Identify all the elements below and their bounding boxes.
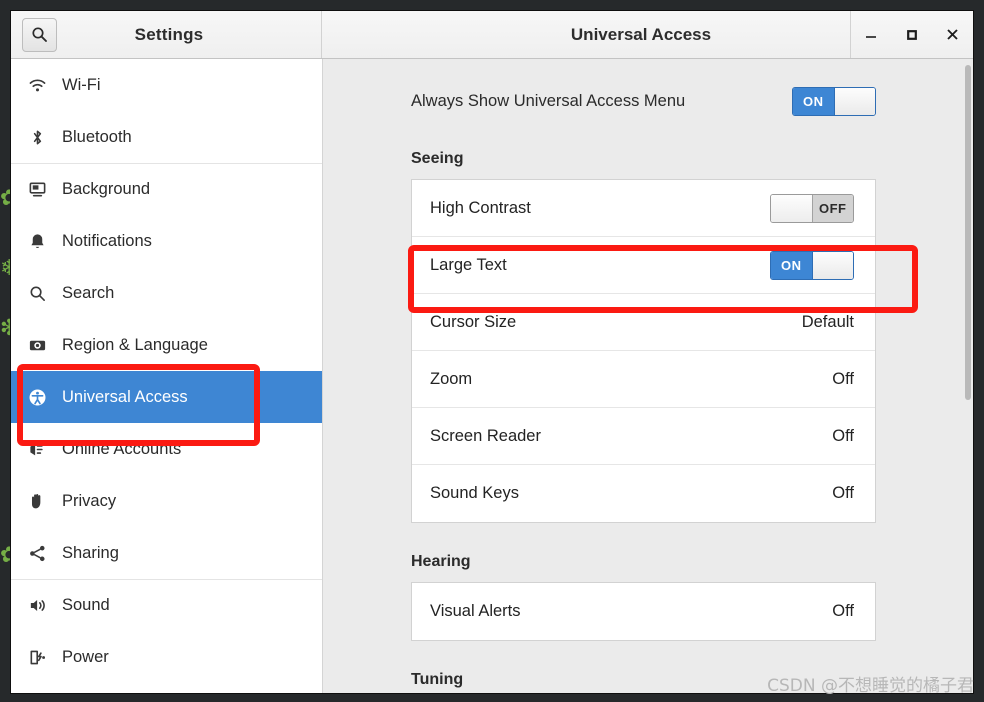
window-body: Wi-Fi Bluetooth Background Notifications Sea… [11, 59, 973, 693]
sidebar-item-universal-access[interactable]: Universal Access [11, 371, 322, 423]
sidebar-item-search[interactable]: Search [11, 267, 322, 319]
background-icon [28, 180, 58, 199]
close-button[interactable] [938, 20, 968, 50]
row-value: Off [832, 602, 854, 620]
always-show-menu-label: Always Show Universal Access Menu [411, 92, 686, 110]
sidebar-item-sound[interactable]: Sound [11, 579, 322, 631]
sidebar-item-privacy[interactable]: Privacy [11, 475, 322, 527]
always-show-menu-toggle[interactable]: ON [792, 87, 876, 116]
close-icon [945, 27, 960, 42]
typing-group-title: Tuning [411, 671, 464, 688]
sidebar-item-label: Privacy [62, 491, 117, 510]
row-label: Large Text [430, 255, 507, 274]
sidebar-item-label: Universal Access [62, 387, 188, 406]
region-language-icon [28, 336, 58, 355]
row-label: Sound Keys [430, 484, 519, 502]
sidebar-item-wi-fi[interactable]: Wi-Fi [11, 59, 322, 111]
page-title: Universal Access [570, 24, 712, 44]
sidebar-item-label: Sound [62, 596, 110, 614]
sidebar-item-label: Bluetooth [62, 127, 132, 146]
seeing-card: High Contrast OFF Large Text ON Cursor Size D… [411, 179, 876, 523]
settings-window: Settings Universal Access Wi-Fi Bluetoot… [10, 10, 974, 694]
sidebar: Wi-Fi Bluetooth Background Notifications Sea… [11, 59, 323, 693]
minimize-button[interactable] [856, 20, 886, 50]
privacy-hand-icon [28, 492, 58, 511]
always-show-menu-row[interactable]: Always Show Universal Access Menu ON [411, 87, 933, 116]
row-cursor-size[interactable]: Cursor Size Default [412, 294, 875, 351]
titlebar: Settings Universal Access [11, 11, 973, 59]
maximize-button[interactable] [897, 20, 927, 50]
sidebar-item-label: Background [62, 180, 151, 198]
toggle-knob [771, 194, 813, 222]
row-large-text[interactable]: Large Text ON [412, 237, 875, 294]
bluetooth-icon [28, 128, 58, 147]
sidebar-item-bluetooth[interactable]: Bluetooth [11, 111, 322, 163]
sidebar-item-label: Sharing [62, 543, 119, 562]
row-label: Screen Reader [430, 426, 541, 445]
minimize-icon [864, 28, 878, 42]
row-value: Off [832, 484, 854, 502]
sidebar-item-sharing[interactable]: Sharing [11, 527, 322, 579]
speaker-icon [28, 596, 58, 615]
row-sound-keys[interactable]: Sound Keys Off [412, 465, 875, 522]
sidebar-item-background[interactable]: Background [11, 163, 322, 215]
row-label: Cursor Size [430, 312, 517, 331]
row-label: High Contrast [430, 198, 531, 217]
sharing-icon [28, 544, 58, 563]
sidebar-title: Settings [134, 24, 204, 44]
maximize-icon [905, 28, 919, 42]
toggle-knob [833, 88, 875, 115]
titlebar-left: Settings [11, 11, 322, 58]
search-icon [31, 26, 48, 43]
hearing-group-title: Hearing [411, 553, 471, 570]
hearing-card: Visual Alerts Off [411, 582, 876, 641]
row-value: Off [832, 369, 854, 388]
search-icon [28, 284, 58, 303]
row-label: Visual Alerts [430, 602, 521, 620]
toggle-state-label: ON [771, 251, 812, 279]
row-zoom[interactable]: Zoom Off [412, 351, 875, 408]
sidebar-item-power[interactable]: Power [11, 631, 322, 683]
sidebar-item-online-accounts[interactable]: Online Accounts [11, 423, 322, 475]
sidebar-list: Wi-Fi Bluetooth Background Notifications Sea… [11, 59, 322, 683]
titlebar-right: Universal Access [322, 11, 973, 58]
row-visual-alerts[interactable]: Visual Alerts Off [412, 583, 875, 640]
universal-access-icon [28, 388, 58, 407]
sidebar-item-label: Region & Language [62, 335, 208, 354]
sidebar-item-label: Search [62, 283, 115, 302]
power-battery-icon [28, 648, 58, 667]
content-panel: Always Show Universal Access Menu ON See… [323, 59, 973, 693]
wifi-icon [28, 76, 58, 95]
search-button[interactable] [22, 17, 57, 52]
toggle-state-label: OFF [812, 194, 853, 222]
toggle-high-contrast[interactable]: OFF [770, 193, 854, 223]
online-accounts-icon [28, 440, 58, 459]
seeing-group-title: Seeing [411, 150, 464, 167]
sidebar-item-label: Wi-Fi [62, 75, 101, 94]
sidebar-item-region-language[interactable]: Region & Language [11, 319, 322, 371]
bell-icon [28, 232, 58, 251]
sidebar-item-label: Power [62, 647, 109, 666]
row-screen-reader[interactable]: Screen Reader Off [412, 408, 875, 465]
toggle-knob [811, 251, 853, 279]
row-value: Default [801, 312, 854, 331]
sidebar-item-label: Online Accounts [62, 439, 182, 458]
content-inner: Always Show Universal Access Menu ON See… [323, 59, 973, 689]
window-controls [850, 11, 973, 58]
row-high-contrast[interactable]: High Contrast OFF [412, 180, 875, 237]
toggle-on-label: ON [793, 88, 834, 115]
screen: ✿ ❄ ❇ ✿ Settings Universal Access [0, 0, 984, 702]
content-scrollbar[interactable] [965, 65, 971, 400]
sidebar-item-label: Notifications [62, 231, 152, 250]
toggle-large-text[interactable]: ON [770, 250, 854, 280]
row-value: Off [832, 426, 854, 445]
row-label: Zoom [430, 369, 473, 388]
sidebar-item-notifications[interactable]: Notifications [11, 215, 322, 267]
